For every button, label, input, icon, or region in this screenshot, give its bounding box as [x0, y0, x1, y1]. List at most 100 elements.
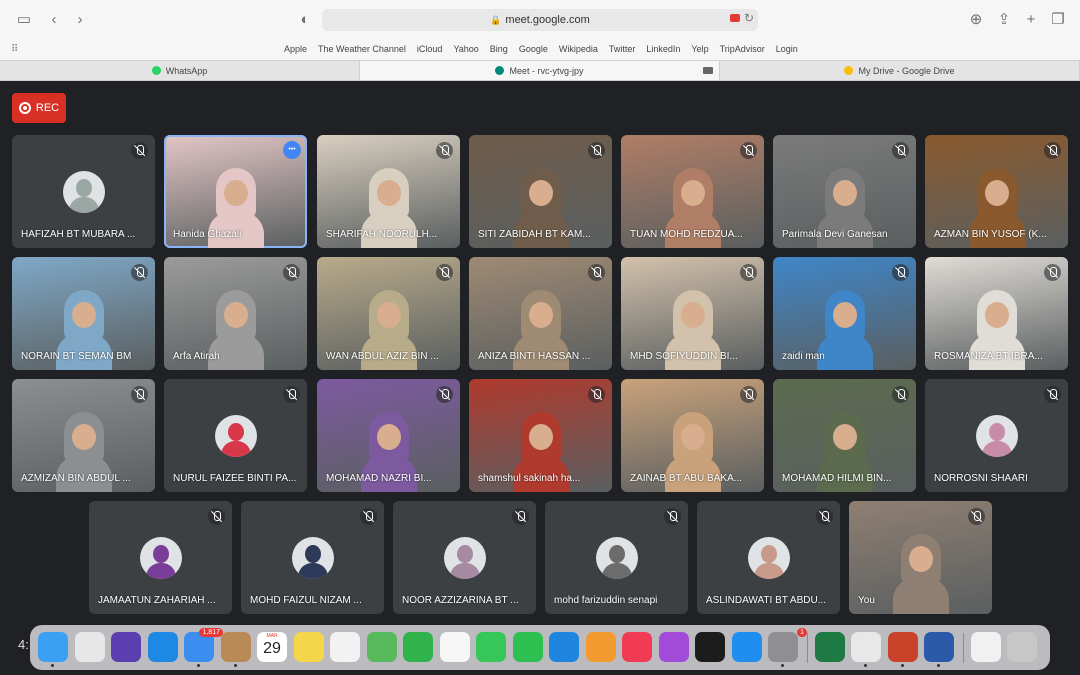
powerpoint-icon[interactable] [887, 632, 918, 667]
favorite-link[interactable]: Bing [490, 44, 508, 54]
favorite-link[interactable]: Twitter [609, 44, 636, 54]
launchpad-icon[interactable] [74, 632, 105, 662]
participant-tile[interactable]: MOHD FAIZUL NIZAM ... [241, 501, 384, 614]
mic-off-icon [436, 264, 453, 281]
facetime-icon[interactable] [512, 632, 543, 662]
word-icon[interactable] [924, 632, 954, 667]
video-figure [376, 424, 401, 450]
notes-icon[interactable] [293, 632, 324, 662]
participant-tile[interactable]: ZAINAB BT ABU BAKA... [621, 379, 764, 492]
pages-icon[interactable] [585, 632, 616, 662]
participant-tile[interactable]: NOOR AZZIZARINA BT ... [393, 501, 536, 614]
browser-tab[interactable]: Meet - rvc-ytvg-jpy [360, 61, 720, 80]
participant-tile[interactable]: NORAIN BT SEMAN BM [12, 257, 155, 370]
participant-tile[interactable]: MHD SOFIYUDDIN BI... [621, 257, 764, 370]
tab-overview-icon[interactable]: ❐ [1048, 10, 1068, 30]
avatar-figure [145, 563, 176, 579]
mic-off-icon [892, 264, 909, 281]
finder-icon[interactable] [38, 632, 68, 667]
maps-icon[interactable] [366, 632, 397, 662]
avatar-figure [760, 545, 777, 563]
participant-tile[interactable]: ANIZA BINTI HASSAN ... [469, 257, 612, 370]
keynote-icon[interactable] [549, 632, 579, 662]
privacy-shield-icon[interactable]: ◐ [295, 10, 315, 30]
safari-icon[interactable] [147, 632, 178, 662]
participant-tile[interactable]: zaidi man [773, 257, 916, 370]
favorite-link[interactable]: Wikipedia [559, 44, 598, 54]
music-icon[interactable] [622, 632, 652, 662]
video-figure [376, 302, 401, 328]
participant-tile[interactable]: SITI ZABIDAH BT KAM... [469, 135, 612, 248]
participant-name: NOOR AZZIZARINA BT ... [402, 595, 519, 606]
participant-tile[interactable]: mohd farizuddin senapi [545, 501, 688, 614]
favorite-link[interactable]: iCloud [417, 44, 443, 54]
participant-tile[interactable]: You [849, 501, 992, 614]
participant-name: MOHD FAIZUL NIZAM ... [250, 595, 362, 606]
mic-off-icon [740, 142, 757, 159]
participant-tile[interactable]: TUAN MOHD REDZUA... [621, 135, 764, 248]
reminders-icon[interactable] [330, 632, 360, 662]
favorite-link[interactable]: TripAdvisor [720, 44, 765, 54]
apps-grid-icon[interactable]: ⠿ [11, 44, 18, 55]
tab-title: WhatsApp [165, 65, 208, 76]
photos-icon[interactable] [439, 632, 470, 662]
participant-tile[interactable]: Parimala Devi Ganesan [773, 135, 916, 248]
forward-icon[interactable]: › [70, 10, 90, 30]
participant-tile[interactable]: MOHAMAD HILMI BIN... [773, 379, 916, 492]
appstore-icon[interactable] [731, 632, 762, 662]
participant-tile[interactable]: WAN ABDUL AZIZ BIN ... [317, 257, 460, 370]
camera-in-use-icon[interactable] [730, 14, 740, 22]
excel-icon[interactable] [814, 632, 845, 662]
favorite-link[interactable]: The Weather Channel [318, 44, 406, 54]
participant-tile[interactable]: HAFIZAH BT MUBARA ... [12, 135, 155, 248]
participant-tile[interactable]: NURUL FAIZEE BINTI PA... [164, 379, 307, 492]
participant-name: HAFIZAH BT MUBARA ... [21, 229, 136, 240]
participant-avatar [291, 537, 334, 579]
participant-tile[interactable]: MOHAMAD NAZRI BI... [317, 379, 460, 492]
participant-tile[interactable]: Arfa Atirah [164, 257, 307, 370]
mail-icon[interactable]: 1,817 [184, 628, 223, 667]
back-icon[interactable]: ‹ [44, 10, 64, 30]
favorite-link[interactable]: Login [776, 44, 798, 54]
calendar-icon[interactable]: MAR 29 [257, 632, 287, 662]
more-options-icon[interactable]: ••• [283, 141, 301, 159]
sidebar-icon[interactable]: ▭ [14, 10, 34, 30]
participant-tile[interactable]: ••• Hanida Ghazali [164, 135, 307, 248]
appletv-icon[interactable] [695, 632, 725, 662]
podcasts-icon[interactable] [658, 632, 689, 662]
trash-icon[interactable] [1007, 632, 1037, 662]
participant-tile[interactable]: JAMAATUN ZAHARIAH ... [89, 501, 232, 614]
favorite-link[interactable]: Yahoo [453, 44, 478, 54]
numbers-icon[interactable] [403, 632, 433, 662]
participant-tile[interactable]: shamshul sakinah ha... [469, 379, 612, 492]
participant-tile[interactable]: AZMAN BIN YUSOF (K... [925, 135, 1068, 248]
participant-name: AZMIZAN BIN ABDUL ... [21, 473, 131, 484]
favorite-link[interactable]: LinkedIn [646, 44, 680, 54]
participant-tile[interactable]: SHARIFAH NOORULH... [317, 135, 460, 248]
address-bar[interactable]: 🔒 meet.google.com ↻ [322, 9, 758, 31]
contacts-icon[interactable] [220, 632, 251, 667]
download-icon[interactable]: ⊕ [966, 10, 986, 30]
browser-tab[interactable]: My Drive - Google Drive [720, 61, 1080, 80]
reload-icon[interactable]: ↻ [744, 11, 754, 25]
participant-tile[interactable]: NORROSNI SHAARI [925, 379, 1068, 492]
drive-icon [844, 66, 854, 75]
messages-icon[interactable] [476, 632, 506, 662]
document-icon[interactable] [970, 632, 1001, 662]
browser-tab[interactable]: WhatsApp [0, 61, 360, 80]
favorite-link[interactable]: Google [519, 44, 548, 54]
participant-tile[interactable]: AZMIZAN BIN ABDUL ... [12, 379, 155, 492]
chrome-icon[interactable] [851, 632, 881, 667]
new-tab-icon[interactable]: + [1021, 10, 1041, 30]
avatar-figure [304, 545, 321, 563]
favorite-link[interactable]: Yelp [691, 44, 708, 54]
share-icon[interactable]: ⇪ [994, 10, 1014, 30]
participant-tile[interactable]: ASLINDAWATI BT ABDU... [697, 501, 840, 614]
favorite-link[interactable]: Apple [284, 44, 307, 54]
siri-icon[interactable] [111, 632, 141, 662]
participant-tile[interactable]: ROSMANIZA BT IBRA... [925, 257, 1068, 370]
participant-avatar [62, 171, 105, 213]
recording-indicator[interactable]: REC [12, 93, 66, 123]
video-figure [832, 180, 857, 206]
system-preferences-icon[interactable]: 1 [768, 628, 807, 667]
